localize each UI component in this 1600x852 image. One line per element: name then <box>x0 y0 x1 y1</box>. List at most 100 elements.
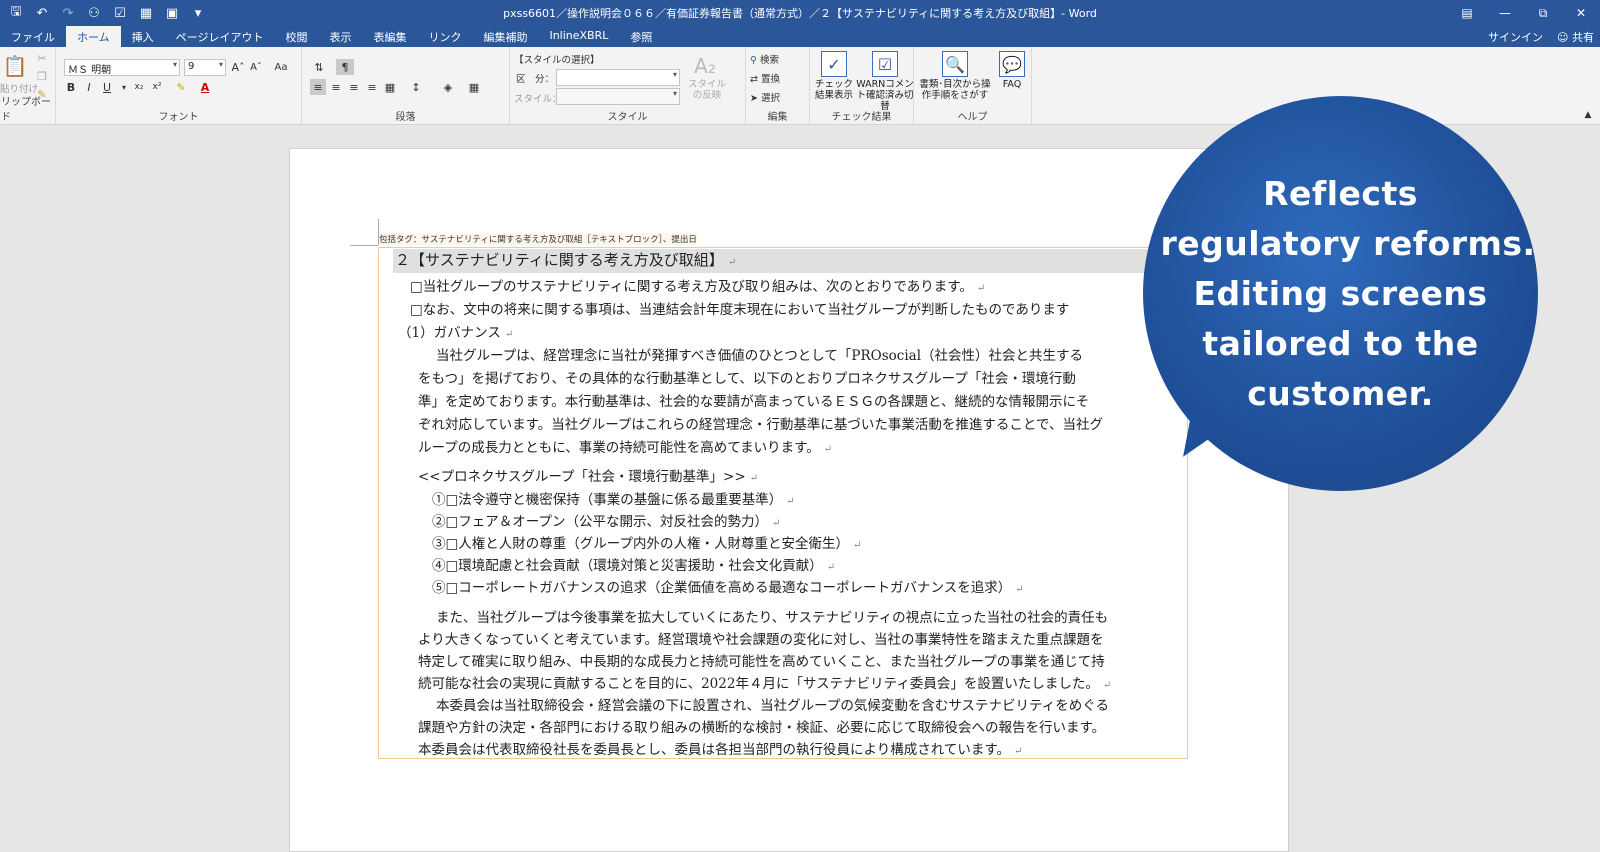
find-button[interactable]: ⚲ 検索 <box>750 52 779 66</box>
style-combo[interactable]: ▾ <box>556 88 680 105</box>
section-heading-text: ２【サステナビリティに関する考え方及び取組】 <box>395 251 724 269</box>
body-line[interactable]: 特定して確実に取り組み、中長期的な成長力と持続可能性を高めていくこと、また当社グ… <box>418 650 1105 670</box>
list-item[interactable]: ②□フェア＆オープン（公平な開示、対反社会的勢力） ↵ <box>432 510 780 530</box>
body-line[interactable]: 準」を定めております。本行動基準は、社会的な要請が高まっているＥＳＧの各課題と、… <box>418 390 1089 410</box>
body-line[interactable]: また、当社グループは今後事業を拡大していくにあたり、サステナビリティの視点に立っ… <box>436 606 1108 626</box>
view-icon[interactable]: ▣ <box>160 2 184 24</box>
align-center-icon[interactable]: ≡ <box>328 79 344 95</box>
align-left-icon[interactable]: ≡ <box>310 79 326 95</box>
tab-edit-assist[interactable]: 編集補助 <box>472 26 538 47</box>
inclusive-tag-label[interactable]: 包括タグ：サステナビリティに関する考え方及び取組［テキストブロック］、提出日 <box>379 233 697 245</box>
format-icon[interactable]: ☑ <box>108 2 132 24</box>
distribute-icon[interactable]: ▦ <box>382 79 398 95</box>
close-icon[interactable]: ✕ <box>1562 0 1600 26</box>
undo-icon[interactable]: ↶ <box>30 2 54 24</box>
cut-icon[interactable]: ✂ <box>34 51 50 65</box>
font-color-icon[interactable]: A <box>196 79 214 95</box>
list-item[interactable]: ⑤□コーポレートガバナンスの追求（企業価値を高める最適なコーポレートガバナンスを… <box>432 576 1024 596</box>
tab-link[interactable]: リンク <box>417 26 472 47</box>
align-right-icon[interactable]: ≡ <box>346 79 362 95</box>
section-heading[interactable]: ２【サステナビリティに関する考え方及び取組】 ↵ <box>395 249 736 270</box>
shrink-font-icon[interactable]: Aˇ <box>248 59 264 75</box>
paragraph-mark-icon: ↵ <box>727 257 737 268</box>
line-text: （1）ガバナンス <box>398 325 501 341</box>
subscript-icon[interactable]: x₂ <box>132 79 146 95</box>
body-line[interactable]: ループの成長力とともに、事業の持続可能性を高めてまいります。 ↵ <box>418 436 832 456</box>
kubun-combo[interactable]: ▾ <box>556 69 680 86</box>
underline-icon[interactable]: U <box>100 79 114 95</box>
body-line[interactable]: ぞれ対応しています。当社グループはこれらの経営理念・行動基準に基づいた事業活動を… <box>418 413 1103 433</box>
restore-icon[interactable]: ⧉ <box>1524 0 1562 26</box>
line-spacing-icon[interactable]: ↕ <box>406 79 426 95</box>
underline-dropdown-icon[interactable]: ▾ <box>118 79 130 95</box>
line-text: ループの成長力とともに、事業の持続可能性を高めてまいります。 <box>418 440 820 456</box>
user-icon[interactable]: ⚇ <box>82 2 106 24</box>
font-size-value: 9 <box>188 61 195 72</box>
body-line[interactable]: 続可能な社会の実現に貢献することを目的に、2022年４月に「サステナビリティ委員… <box>418 672 1111 692</box>
paragraph-group-label: 段落 <box>395 112 416 123</box>
tab-page-layout[interactable]: ページレイアウト <box>165 26 275 47</box>
style-apply-button[interactable]: スタイルの反映 <box>686 79 728 101</box>
select-button[interactable]: ➤ 選択 <box>750 90 780 104</box>
subheading-governance[interactable]: （1）ガバナンス ↵ <box>398 321 513 341</box>
body-line[interactable]: より大きくなっていくと考えています。経営環境や社会課題の変化に対し、当社の事業特… <box>418 628 1104 648</box>
signin-link[interactable]: サインイン <box>1488 29 1543 45</box>
window-controls: ▤ — ⧉ ✕ <box>1448 0 1600 26</box>
check-results-button[interactable]: ✓ チェック結果表示 <box>812 51 856 101</box>
list-heading[interactable]: <<プロネクサスグループ「社会・環境行動基準」>> ↵ <box>418 465 758 485</box>
shading-icon[interactable]: ◈ <box>438 79 458 95</box>
body-line[interactable]: □当社グループのサステナビリティに関する考え方及び取り組みは、次のとおりでありま… <box>410 275 985 295</box>
tab-inline-xbrl[interactable]: InlineXBRL <box>538 26 619 47</box>
replace-button[interactable]: ⇄ 置換 <box>750 71 780 85</box>
collapse-ribbon-icon[interactable]: ▲ <box>1582 109 1594 121</box>
tab-insert[interactable]: 挿入 <box>121 26 165 47</box>
faq-button[interactable]: 💬 FAQ <box>996 51 1028 90</box>
bold-icon[interactable]: B <box>64 79 78 95</box>
justify-icon[interactable]: ≡ <box>364 79 380 95</box>
body-line[interactable]: 当社グループは、経営理念に当社が発揮すべき価値のひとつとして「PROsocial… <box>436 344 1083 364</box>
font-name-combo[interactable]: ＭＳ 明朝 ▾ <box>64 59 180 76</box>
save-icon[interactable]: 🖫 <box>4 2 28 24</box>
redo-icon[interactable]: ↷ <box>56 2 80 24</box>
checkbox-icon: ☑ <box>872 51 898 77</box>
pdf-icon[interactable]: ▦ <box>134 2 158 24</box>
borders-icon[interactable]: ▦ <box>464 79 484 95</box>
paste-icon[interactable]: 📋 <box>3 53 28 79</box>
tab-view[interactable]: 表示 <box>318 26 362 47</box>
body-line[interactable]: □なお、文中の将来に関する事項は、当連結会計年度末現在において当社グループが判断… <box>410 298 1069 318</box>
superscript-icon[interactable]: x² <box>150 79 164 95</box>
tab-home[interactable]: ホーム <box>66 26 121 47</box>
font-group: ＭＳ 明朝 ▾ 9 ▾ Aˆ Aˇ Aa B I U ▾ x₂ x² ✎ A フォン… <box>56 47 302 125</box>
italic-icon[interactable]: I <box>82 79 96 95</box>
font-size-combo[interactable]: 9 ▾ <box>184 59 226 76</box>
style-apply-icon[interactable]: A₂ <box>690 53 720 79</box>
minimize-icon[interactable]: — <box>1486 0 1524 26</box>
tab-table-edit[interactable]: 表編集 <box>362 26 417 47</box>
change-case-icon[interactable]: Aa <box>270 59 292 75</box>
share-button[interactable]: ☺ 共有 <box>1557 29 1594 45</box>
line-text: 続可能な社会の実現に貢献することを目的に、2022年４月に「サステナビリティ委員… <box>418 676 1099 692</box>
body-line[interactable]: 本委員会は当社取締役会・経営会議の下に設置され、当社グループの気候変動を含むサス… <box>436 694 1109 714</box>
tab-reference[interactable]: 参照 <box>619 26 663 47</box>
highlight-icon[interactable]: ✎ <box>172 79 190 95</box>
customize-qat-icon[interactable]: ▾ <box>186 2 210 24</box>
show-marks-icon[interactable]: ¶ <box>336 59 354 75</box>
style-select-header: 【スタイルの選択】 <box>514 55 600 66</box>
list-item[interactable]: ①□法令遵守と機密保持（事業の基盤に係る最重要基準） ↵ <box>432 488 795 508</box>
document-page[interactable]: 包括タグ：サステナビリティに関する考え方及び取組［テキストブロック］、提出日 ２… <box>289 148 1289 852</box>
grow-font-icon[interactable]: Aˆ <box>230 59 246 75</box>
tab-file[interactable]: ファイル <box>0 26 66 47</box>
line-text: より大きくなっていくと考えています。経営環境や社会課題の変化に対し、当社の事業特… <box>418 632 1104 648</box>
body-line[interactable]: をもつ」を掲げており、その具体的な行動基準として、以下のとおりプロネクサスグルー… <box>418 367 1076 387</box>
list-item[interactable]: ③□人権と人財の尊重（グループ内外の人権・人財尊重と安全衛生） ↵ <box>432 532 861 552</box>
paragraph-mark-icon: ↵ <box>823 444 833 455</box>
warn-toggle-button[interactable]: ☑ WARNコメント確認済み切替 <box>856 51 914 112</box>
body-line[interactable]: 本委員会は代表取締役社長を委員長とし、委員は各担当部門の執行役員により構成されて… <box>418 738 1022 758</box>
body-line[interactable]: 課題や方針の決定・各部門における取り組みの横断的な検討・検証、必要に応じて取締役… <box>418 716 1105 736</box>
tab-review[interactable]: 校閲 <box>274 26 318 47</box>
line-text: <<プロネクサスグループ「社会・環境行動基準」>> <box>418 469 746 485</box>
find-procedure-button[interactable]: 🔍 書類･目次から操作手順をさがす <box>918 51 992 101</box>
list-item[interactable]: ④□環境配慮と社会貢献（環境対策と災害援助・社会文化貢献） ↵ <box>432 554 835 574</box>
sort-icon[interactable]: ⇅ <box>310 59 328 75</box>
ribbon-display-icon[interactable]: ▤ <box>1448 0 1486 26</box>
